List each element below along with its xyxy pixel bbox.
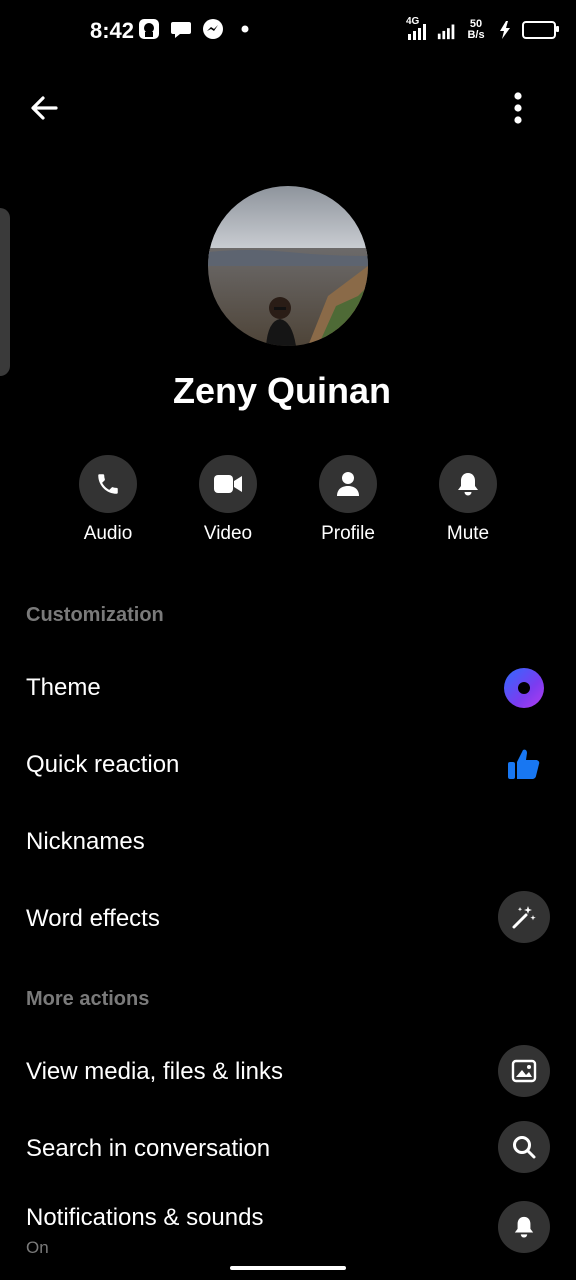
view-media-row[interactable]: View media, files & links <box>0 1042 576 1102</box>
quick-actions: Audio Video Profile Mute <box>48 455 528 555</box>
magic-wand-icon <box>512 906 536 929</box>
theme-swatch-icon <box>504 668 544 708</box>
signal-4g-icon: 4G <box>406 16 430 42</box>
bell-icon <box>458 473 478 496</box>
status-time: 8:42 <box>90 18 135 43</box>
nicknames-label: Nicknames <box>26 828 145 855</box>
charging-icon <box>494 19 516 41</box>
net-speed-unit: B/s <box>467 29 485 41</box>
vertical-dots-icon <box>514 92 522 124</box>
mute-label: Mute <box>446 523 490 544</box>
search-conversation-row[interactable]: Search in conversation <box>0 1119 576 1179</box>
search-conversation-label: Search in conversation <box>26 1135 271 1162</box>
edge-panel-handle[interactable] <box>0 208 10 376</box>
view-media-label: View media, files & links <box>26 1058 283 1085</box>
status-right-icons: 4G 50 B/s <box>406 16 559 42</box>
net-speed: 50 B/s <box>464 19 488 41</box>
profile-label: Profile <box>321 523 375 544</box>
image-icon <box>511 1059 537 1083</box>
status-notification-icons <box>138 18 256 40</box>
video-camera-icon <box>214 475 242 493</box>
home-indicator[interactable] <box>230 1266 346 1270</box>
notification-app-icon <box>138 18 160 40</box>
avatar-photo <box>208 186 368 346</box>
profile-name: Zeny Quinan <box>172 370 392 411</box>
customization-header: Customization <box>26 604 164 626</box>
video-call-button[interactable] <box>199 455 257 513</box>
profile-button[interactable] <box>319 455 377 513</box>
quick-reaction-row[interactable]: Quick reaction <box>0 735 576 795</box>
bell-icon <box>514 1216 534 1238</box>
phone-icon <box>98 474 118 494</box>
video-call-action[interactable]: Video <box>168 455 288 545</box>
chat-bubble-icon <box>170 18 192 40</box>
audio-call-button[interactable] <box>79 455 137 513</box>
video-label: Video <box>203 523 253 544</box>
person-icon <box>337 472 359 496</box>
thumbs-up-icon <box>504 745 544 785</box>
theme-label: Theme <box>26 674 101 701</box>
profile-action[interactable]: Profile <box>288 455 408 545</box>
notifications-sounds-row[interactable]: Notifications & sounds On <box>0 1196 576 1266</box>
search-icon <box>513 1136 536 1159</box>
word-effects-button[interactable] <box>498 891 550 943</box>
theme-row[interactable]: Theme <box>0 658 576 718</box>
word-effects-label: Word effects <box>26 905 160 932</box>
battery-icon <box>522 21 559 39</box>
quick-reaction-label: Quick reaction <box>26 751 180 778</box>
word-effects-row[interactable]: Word effects <box>0 889 576 949</box>
status-bar: 8:42 4G 50 B/s <box>0 0 576 64</box>
notifications-sounds-label: Notifications & sounds <box>26 1204 264 1231</box>
avatar[interactable] <box>208 186 368 346</box>
more-options-button[interactable] <box>498 88 538 128</box>
more-actions-header: More actions <box>26 988 150 1010</box>
nicknames-row[interactable]: Nicknames <box>0 812 576 872</box>
notifications-status: On <box>26 1238 49 1257</box>
mute-button[interactable] <box>439 455 497 513</box>
audio-label: Audio <box>83 523 133 544</box>
arrow-left-icon <box>31 96 58 120</box>
audio-call-action[interactable]: Audio <box>48 455 168 545</box>
messenger-icon <box>202 18 224 40</box>
view-media-button[interactable] <box>498 1045 550 1097</box>
back-button[interactable] <box>24 88 64 128</box>
signal-icon <box>436 19 458 41</box>
notifications-sounds-button[interactable] <box>498 1201 550 1253</box>
mute-action[interactable]: Mute <box>408 455 528 545</box>
dot-icon <box>234 18 256 40</box>
search-conversation-button[interactable] <box>498 1121 550 1173</box>
